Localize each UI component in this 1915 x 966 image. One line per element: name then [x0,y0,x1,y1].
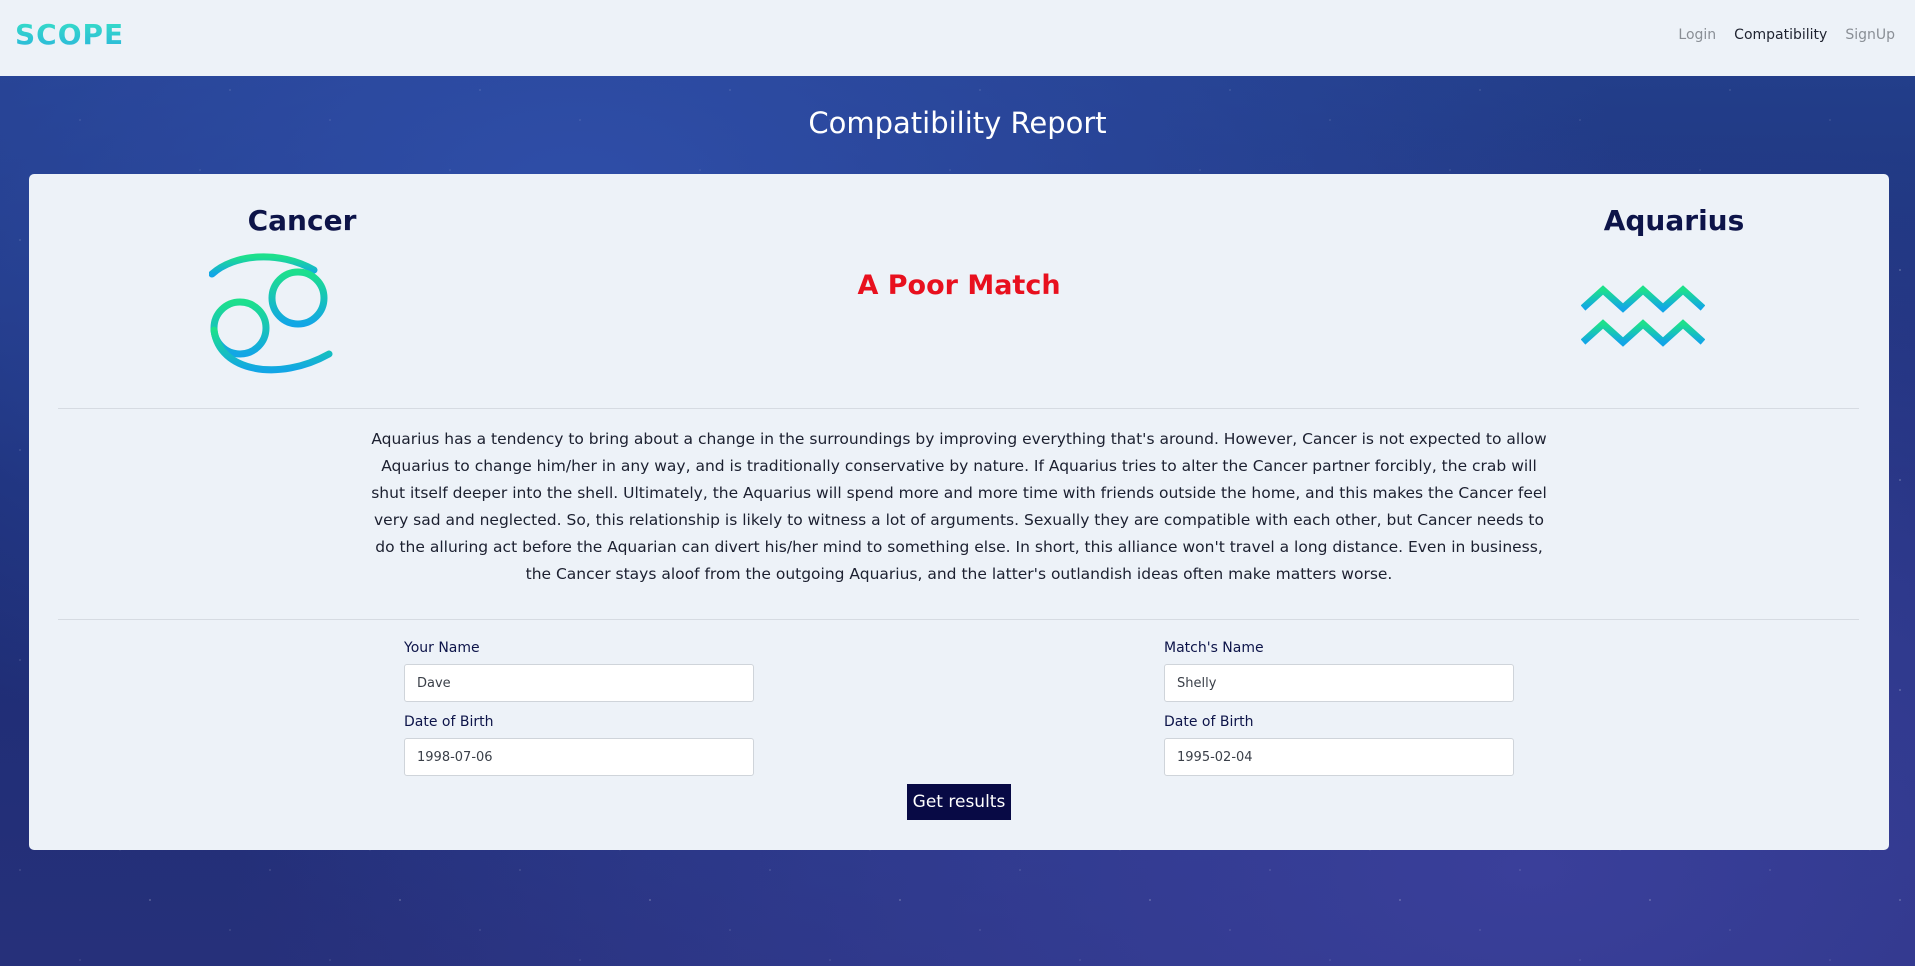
match-dob-input[interactable] [1164,738,1514,776]
nav-link-signup[interactable]: SignUp [1845,27,1895,43]
sign-left-name: Cancer [247,204,357,237]
match-details-form: Match's Name Date of Birth [1164,640,1514,788]
sign-right-name: Aquarius [1603,204,1745,237]
navbar: SCOPE Login Compatibility SignUp [0,0,1915,76]
match-name-input[interactable] [1164,664,1514,702]
your-name-input[interactable] [404,664,754,702]
match-dob-label: Date of Birth [1164,714,1254,730]
nav-links: Login Compatibility SignUp [1678,27,1895,43]
your-details-form: Your Name Date of Birth [404,640,754,788]
your-dob-input[interactable] [404,738,754,776]
report-card: Cancer A Poor Match Aquarius Aquarius ha… [29,174,1889,850]
page-title: Compatibility Report [808,106,1107,140]
aquarius-icon [1581,285,1705,347]
match-name-label: Match's Name [1164,640,1264,656]
brand-logo[interactable]: SCOPE [15,18,124,51]
get-results-button[interactable]: Get results [907,784,1011,820]
nav-link-compatibility[interactable]: Compatibility [1734,27,1827,43]
divider [58,408,1859,409]
your-name-label: Your Name [404,640,480,656]
divider [58,619,1859,620]
your-dob-label: Date of Birth [404,714,494,730]
nav-link-login[interactable]: Login [1678,27,1716,43]
compatibility-description: Aquarius has a tendency to bring about a… [371,430,1547,583]
